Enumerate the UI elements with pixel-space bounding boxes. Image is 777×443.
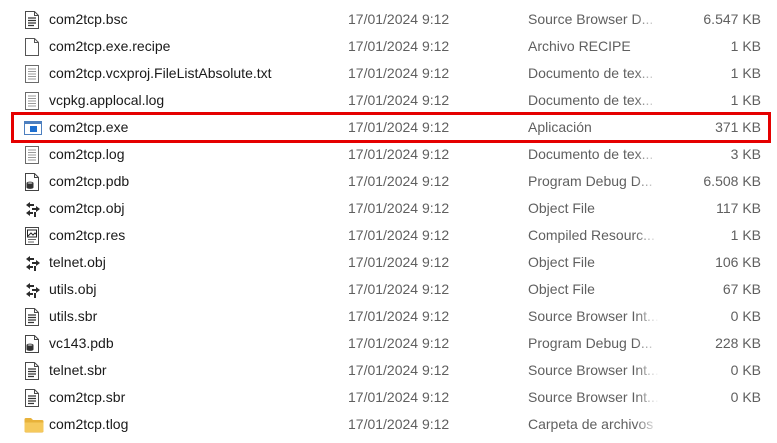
file-row[interactable]: com2tcp.log 17/01/2024 9:12 Documento de t… (0, 141, 777, 168)
document-lines-icon (24, 384, 44, 411)
file-date-modified: 17/01/2024 9:12 (348, 92, 450, 108)
file-type: Documento de tex... (528, 92, 654, 108)
file-row[interactable]: com2tcp.bsc 17/01/2024 9:12 Source Browser… (0, 6, 777, 33)
file-row[interactable]: vc143.pdb 17/01/2024 9:12 Program Debug D.… (0, 330, 777, 357)
file-name: com2tcp.exe (49, 119, 129, 135)
file-type: Object File (528, 254, 595, 270)
file-row[interactable]: com2tcp.obj 17/01/2024 9:12 Object File 117… (0, 195, 777, 222)
file-size: 3 KB (730, 146, 761, 162)
file-row[interactable]: telnet.obj 17/01/2024 9:12 Object File 106 … (0, 249, 777, 276)
debug-database-icon (24, 330, 44, 357)
file-list: com2tcp.bsc 17/01/2024 9:12 Source Browser… (0, 6, 777, 438)
file-size: 0 KB (730, 389, 761, 405)
file-date-modified: 17/01/2024 9:12 (348, 38, 450, 54)
compiled-resource-icon (24, 222, 44, 249)
file-date-modified: 17/01/2024 9:12 (348, 254, 450, 270)
file-date-modified: 17/01/2024 9:12 (348, 173, 450, 189)
file-name: vc143.pdb (49, 335, 114, 351)
file-date-modified: 17/01/2024 9:12 (348, 362, 450, 378)
file-type: Source Browser Int... (528, 308, 659, 324)
file-type: Source Browser Int... (528, 362, 659, 378)
file-name: com2tcp.sbr (49, 389, 126, 405)
file-size: 1 KB (730, 38, 761, 54)
folder-icon (24, 411, 44, 438)
file-type: Documento de tex... (528, 65, 654, 81)
file-date-modified: 17/01/2024 9:12 (348, 146, 450, 162)
debug-database-icon (24, 168, 44, 195)
file-name: vcpkg.applocal.log (49, 92, 165, 108)
file-name: com2tcp.log (49, 146, 125, 162)
file-row[interactable]: com2tcp.exe.recipe 17/01/2024 9:12 Archivo… (0, 33, 777, 60)
file-row-highlighted[interactable]: com2tcp.exe 17/01/2024 9:12 Aplicación 371 … (11, 112, 771, 143)
file-row[interactable]: utils.sbr 17/01/2024 9:12 Source Browser I… (0, 303, 777, 330)
file-name: com2tcp.vcxproj.FileListAbsolute.txt (49, 65, 272, 81)
file-name: com2tcp.res (49, 227, 126, 243)
file-type: Source Browser Int... (528, 389, 659, 405)
file-date-modified: 17/01/2024 9:12 (348, 65, 450, 81)
file-size (660, 411, 761, 438)
file-size: 6.508 KB (703, 173, 761, 189)
file-type: Object File (528, 281, 595, 297)
file-size: 371 KB (715, 119, 761, 135)
file-type: Object File (528, 200, 595, 216)
file-name: utils.obj (49, 281, 97, 297)
file-row[interactable]: com2tcp.sbr 17/01/2024 9:12 Source Browser… (0, 384, 777, 411)
file-size: 228 KB (715, 335, 761, 351)
file-type: Carpeta de archivos (528, 416, 654, 432)
file-name: telnet.obj (49, 254, 106, 270)
file-size: 1 KB (730, 92, 761, 108)
file-date-modified: 17/01/2024 9:12 (348, 416, 450, 432)
document-lines-icon (24, 357, 44, 384)
file-name: telnet.sbr (49, 362, 107, 378)
file-name: com2tcp.exe.recipe (49, 38, 171, 54)
file-size: 6.547 KB (703, 11, 761, 27)
file-date-modified: 17/01/2024 9:12 (348, 308, 450, 324)
application-window-icon (24, 114, 44, 141)
document-lines-icon (24, 303, 44, 330)
file-size: 106 KB (715, 254, 761, 270)
file-type: Documento de tex... (528, 146, 654, 162)
file-row[interactable]: com2tcp.pdb 17/01/2024 9:12 Program Debug … (0, 168, 777, 195)
file-size: 0 KB (730, 362, 761, 378)
object-file-icon (24, 276, 44, 303)
file-date-modified: 17/01/2024 9:12 (348, 281, 450, 297)
file-size: 1 KB (730, 227, 761, 243)
file-date-modified: 17/01/2024 9:12 (348, 227, 450, 243)
file-row[interactable]: com2tcp.vcxproj.FileListAbsolute.txt 17/0… (0, 60, 777, 87)
file-type: Program Debug D... (528, 335, 653, 351)
file-date-modified: 17/01/2024 9:12 (348, 389, 450, 405)
file-type: Compiled Resourc... (528, 227, 655, 243)
text-document-icon (24, 87, 44, 114)
file-type: Archivo RECIPE (528, 38, 631, 54)
file-name: com2tcp.pdb (49, 173, 130, 189)
file-date-modified: 17/01/2024 9:12 (348, 119, 450, 135)
file-row[interactable]: telnet.sbr 17/01/2024 9:12 Source Browser … (0, 357, 777, 384)
file-date-modified: 17/01/2024 9:12 (348, 335, 450, 351)
file-type: Program Debug D... (528, 173, 653, 189)
file-name: com2tcp.tlog (49, 416, 129, 432)
file-row[interactable]: vcpkg.applocal.log 17/01/2024 9:12 Documen… (0, 87, 777, 114)
file-date-modified: 17/01/2024 9:12 (348, 200, 450, 216)
file-type: Source Browser D... (528, 11, 654, 27)
text-document-icon (24, 60, 44, 87)
file-name: com2tcp.obj (49, 200, 125, 216)
file-date-modified: 17/01/2024 9:12 (348, 11, 450, 27)
document-lines-icon (24, 6, 44, 33)
file-name: com2tcp.bsc (49, 11, 128, 27)
object-file-icon (24, 195, 44, 222)
file-size: 117 KB (716, 200, 761, 216)
object-file-icon (24, 249, 44, 276)
file-row[interactable]: com2tcp.res 17/01/2024 9:12 Compiled Resou… (0, 222, 777, 249)
file-name: utils.sbr (49, 308, 98, 324)
file-type: Aplicación (528, 119, 592, 135)
file-size: 0 KB (730, 308, 761, 324)
blank-file-icon (24, 33, 44, 60)
file-size: 1 KB (730, 65, 761, 81)
text-document-icon (24, 141, 44, 168)
file-row[interactable]: utils.obj 17/01/2024 9:12 Object File 67 KB (0, 276, 777, 303)
file-row[interactable]: com2tcp.tlog 17/01/2024 9:12 Carpeta de ar… (0, 411, 777, 438)
file-size: 67 KB (722, 281, 761, 297)
